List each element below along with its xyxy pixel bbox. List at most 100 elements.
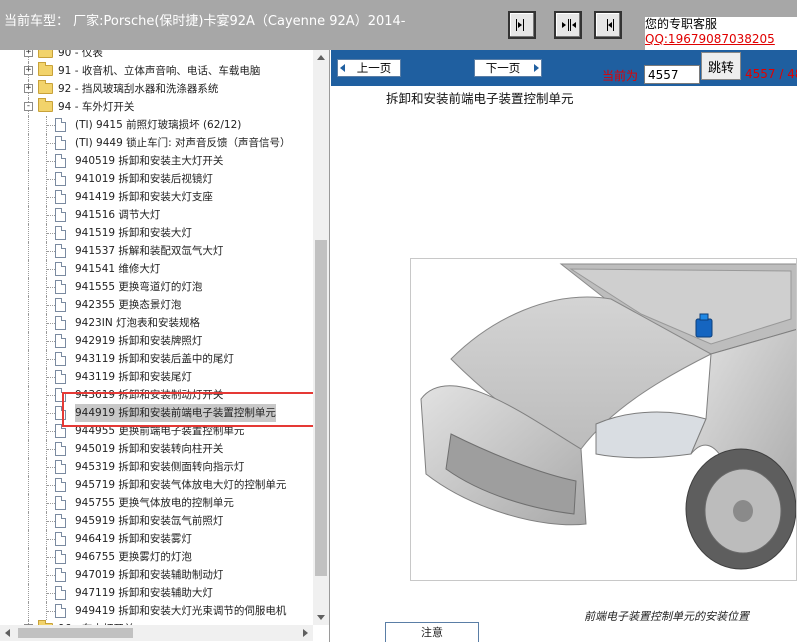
single-page-left-button[interactable] [508,11,536,39]
hscroll-thumb[interactable] [18,628,133,638]
tree-item-label: 941541 维修大灯 [75,263,161,275]
tree-item-label: 941516 调节大灯 [75,209,161,221]
current-car-model: 当前车型： 厂家:Porsche(保时捷)卡宴92A（Cayenne 92A）2… [4,14,406,29]
tree-item-label: 941537 拆解和装配双氙气大灯 [75,245,224,257]
document-icon [55,316,66,330]
tree-item-label: 946755 更换雾灯的灯泡 [75,551,192,563]
expand-icon[interactable]: + [24,84,33,93]
customer-service-info: 您的专职客服 QQ:19679087038205 [645,17,797,50]
tree-item-label: 942355 更换态景灯泡 [75,299,182,311]
tree-item-label: 945919 拆卸和安装氙气前照灯 [75,515,224,527]
notice-tab[interactable]: 注意 [385,622,479,642]
tree-item-label: 92 - 挡风玻璃刮水器和洗涤器系统 [58,83,219,95]
document-icon [55,514,66,528]
tree-horizontal-scrollbar[interactable] [0,625,313,641]
catalog-tree-pane: +90 - 仪表 +91 - 收音机、立体声音响、电话、车载电脑 +92 - 挡风玻… [0,50,330,642]
tree-item-label: 941519 拆卸和安装大灯 [75,227,192,239]
tree-item-label: 945719 拆卸和安装气体放电大灯的控制单元 [75,479,287,491]
tree-document-item[interactable]: 941519 拆卸和安装大灯 [0,224,312,242]
tree-item-label: 941019 拆卸和安装后视镜灯 [75,173,213,185]
tree-document-item[interactable]: 941419 拆卸和安装大灯支座 [0,188,312,206]
document-icon [55,460,66,474]
document-icon [55,334,66,348]
document-icon [55,568,66,582]
single-page-right-button[interactable] [594,11,622,39]
tree-document-item[interactable]: 949419 拆卸和安装大灯光束调节的伺服电机 [0,602,312,620]
tree-document-item[interactable]: 946755 更换雾灯的灯泡 [0,548,312,566]
jump-button[interactable]: 跳转 [701,52,741,80]
tree-folder-item[interactable]: +91 - 收音机、立体声音响、电话、车载电脑 [0,62,312,80]
top-bar: 当前车型： 厂家:Porsche(保时捷)卡宴92A（Cayenne 92A）2… [0,0,797,50]
tree-document-item[interactable]: 940519 拆卸和安装主大灯开关 [0,152,312,170]
tree-document-item[interactable]: 945319 拆卸和安装侧面转向指示灯 [0,458,312,476]
tree-guide-line [28,584,29,602]
tree-document-item[interactable]: (TI) 9449 锁止车门: 对声音反馈（声音信号） [0,134,312,152]
tree-guide-line [28,134,29,152]
tree-folder-item[interactable]: +92 - 挡风玻璃刮水器和洗涤器系统 [0,80,312,98]
tree-guide-line [28,566,29,584]
scroll-up-arrow-icon[interactable] [317,55,325,60]
tree-guide-line [28,458,29,476]
tree-document-item[interactable]: 945919 拆卸和安装氙气前照灯 [0,512,312,530]
tree-guide-line [28,278,29,296]
document-icon [55,262,66,276]
tree-item-label: 945755 更换气体放电的控制单元 [75,497,234,509]
scroll-right-arrow-icon[interactable] [303,629,308,637]
tree-guide-line [28,116,29,134]
collapse-icon[interactable]: - [24,102,33,111]
tree-item-label: 940519 拆卸和安装主大灯开关 [75,155,224,167]
tree-document-item[interactable]: 946419 拆卸和安装雾灯 [0,530,312,548]
tree-document-item[interactable]: 9423IN 灯泡表和安装规格 [0,314,312,332]
tree-document-item[interactable]: 945719 拆卸和安装气体放电大灯的控制单元 [0,476,312,494]
support-qq-link[interactable]: QQ:19679087038205 [645,32,775,46]
tree-item-label: 94 - 车外灯开关 [58,101,135,113]
page-number-input[interactable] [644,65,700,84]
split-view-button[interactable] [554,11,582,39]
document-icon [55,154,66,168]
scroll-thumb[interactable] [315,240,327,576]
tree-document-item[interactable]: 941541 维修大灯 [0,260,312,278]
tree-guide-line [28,170,29,188]
tree-document-item[interactable]: 941019 拆卸和安装后视镜灯 [0,170,312,188]
tree-guide-line [28,296,29,314]
document-icon [55,208,66,222]
scroll-left-arrow-icon[interactable] [5,629,10,637]
document-icon [55,280,66,294]
next-page-button[interactable]: 下一页 [474,59,542,77]
tree-document-item[interactable]: 942355 更换态景灯泡 [0,296,312,314]
tree-guide-line [28,368,29,386]
tree-vertical-scrollbar[interactable] [313,50,329,625]
tree-document-item[interactable]: 941537 拆解和装配双氙气大灯 [0,242,312,260]
tree-item-label: 9423IN 灯泡表和安装规格 [75,317,201,329]
folder-icon [38,62,53,76]
scroll-down-arrow-icon[interactable] [317,615,325,620]
tree-document-item[interactable]: 943119 拆卸和安装尾灯 [0,368,312,386]
single-page-right-icon [607,19,614,31]
tree-item-label: 947119 拆卸和安装辅助大灯 [75,587,213,599]
tree-document-item[interactable]: 945755 更换气体放电的控制单元 [0,494,312,512]
expand-icon[interactable]: + [24,50,33,57]
tree-guide-line [28,260,29,278]
tree-document-item[interactable]: 941516 调节大灯 [0,206,312,224]
tree-document-item[interactable]: 947019 拆卸和安装辅助制动灯 [0,566,312,584]
tree-document-item[interactable]: 947119 拆卸和安装辅助大灯 [0,584,312,602]
current-page-label: 当前为 [602,69,639,83]
tree-document-item[interactable]: 945019 拆卸和安装转向柱开关 [0,440,312,458]
tree-item-label: 947019 拆卸和安装辅助制动灯 [75,569,224,581]
next-page-label: 下一页 [485,61,521,75]
prev-arrow-icon [340,64,345,72]
expand-icon[interactable]: + [24,66,33,75]
tree-document-item[interactable]: 941555 更换弯道灯的灯泡 [0,278,312,296]
tree-document-item[interactable]: 943119 拆卸和安装后盖中的尾灯 [0,350,312,368]
document-icon [55,190,66,204]
folder-icon [38,80,53,94]
prev-page-button[interactable]: 上一页 [337,59,401,77]
document-icon [55,532,66,546]
tree-item-label: 945019 拆卸和安装转向柱开关 [75,443,224,455]
tree-document-item[interactable]: (TI) 9415 前照灯玻璃损坏 (62/12) [0,116,312,134]
tree-document-item[interactable]: 942919 拆卸和安装牌照灯 [0,332,312,350]
tree-folder-item[interactable]: - 94 - 车外灯开关 [0,98,312,116]
tree-guide-line [28,530,29,548]
tree-item-label: 90 - 仪表 [58,50,103,59]
tree-folder-item[interactable]: +90 - 仪表 [0,50,312,62]
